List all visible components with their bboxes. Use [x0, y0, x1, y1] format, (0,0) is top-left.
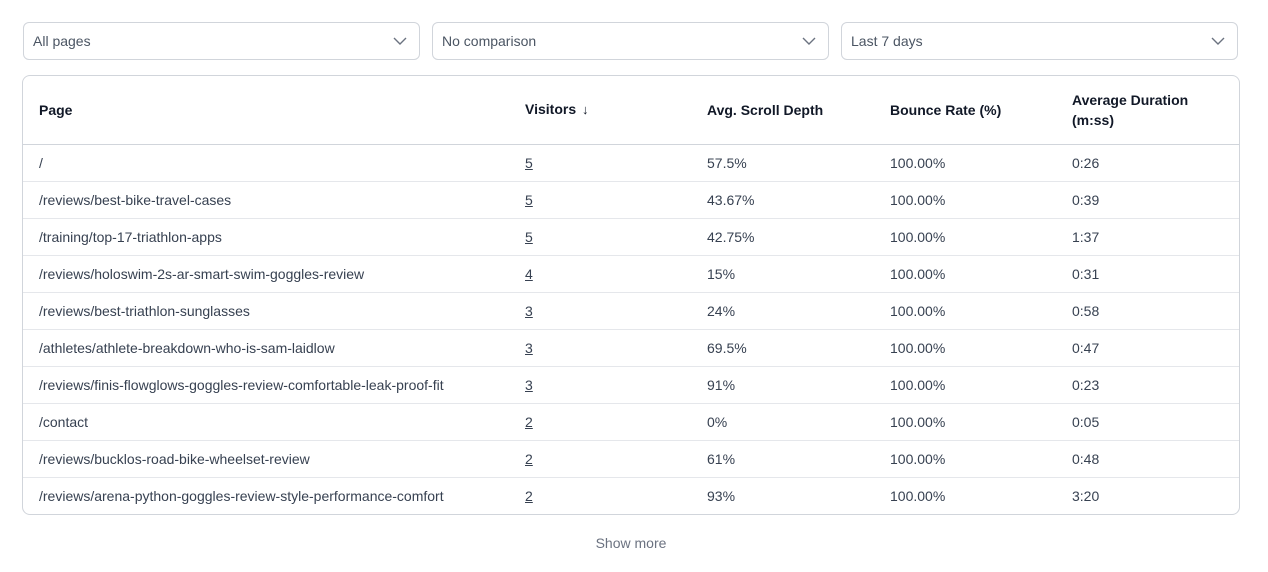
- visitors-cell: 5: [509, 144, 691, 182]
- visitors-cell: 5: [509, 218, 691, 256]
- visitors-link[interactable]: 3: [525, 340, 533, 356]
- scroll-depth-cell: 42.75%: [691, 218, 874, 256]
- date-range-value: Last 7 days: [851, 33, 923, 49]
- comparison-value: No comparison: [442, 33, 537, 49]
- pages-table: Page Visitors ↓ Avg. Scroll Depth Bounce…: [23, 76, 1239, 514]
- bounce-rate-cell: 100.00%: [874, 144, 1056, 182]
- page-cell: /reviews/finis-flowglows-goggles-review-…: [23, 366, 509, 404]
- column-header-page[interactable]: Page: [23, 76, 509, 145]
- duration-cell: 0:05: [1056, 403, 1239, 441]
- page-filter-value: All pages: [33, 33, 91, 49]
- chevron-down-icon: [802, 33, 818, 49]
- pages-table-container: Page Visitors ↓ Avg. Scroll Depth Bounce…: [22, 75, 1240, 515]
- page-cell: /reviews/bucklos-road-bike-wheelset-revi…: [23, 440, 509, 478]
- visitors-link[interactable]: 2: [525, 451, 533, 467]
- scroll-depth-cell: 43.67%: [691, 181, 874, 219]
- duration-cell: 1:37: [1056, 218, 1239, 256]
- visitors-cell: 3: [509, 366, 691, 404]
- duration-cell: 0:58: [1056, 292, 1239, 330]
- scroll-depth-cell: 15%: [691, 255, 874, 293]
- duration-cell: 0:48: [1056, 440, 1239, 478]
- bounce-rate-cell: 100.00%: [874, 403, 1056, 441]
- bounce-rate-cell: 100.00%: [874, 181, 1056, 219]
- page-cell: /reviews/best-triathlon-sunglasses: [23, 292, 509, 330]
- bounce-rate-cell: 100.00%: [874, 292, 1056, 330]
- table-header-row: Page Visitors ↓ Avg. Scroll Depth Bounce…: [23, 76, 1239, 145]
- column-header-avg-duration[interactable]: Average Duration (m:ss): [1056, 76, 1239, 145]
- table-row: / 5 57.5% 100.00% 0:26: [23, 144, 1239, 182]
- visitors-cell: 3: [509, 292, 691, 330]
- bounce-rate-cell: 100.00%: [874, 329, 1056, 367]
- column-header-bounce-rate[interactable]: Bounce Rate (%): [874, 76, 1056, 145]
- table-row: /athletes/athlete-breakdown-who-is-sam-l…: [23, 329, 1239, 367]
- duration-cell: 0:39: [1056, 181, 1239, 219]
- page-cell: /training/top-17-triathlon-apps: [23, 218, 509, 256]
- table-row: /reviews/holoswim-2s-ar-smart-swim-goggl…: [23, 255, 1239, 293]
- table-row: /contact 2 0% 100.00% 0:05: [23, 403, 1239, 441]
- visitors-cell: 2: [509, 440, 691, 478]
- chevron-down-icon: [393, 33, 409, 49]
- visitors-link[interactable]: 2: [525, 488, 533, 504]
- bounce-rate-cell: 100.00%: [874, 218, 1056, 256]
- column-header-visitors[interactable]: Visitors ↓: [509, 76, 691, 145]
- duration-cell: 0:31: [1056, 255, 1239, 293]
- bounce-rate-cell: 100.00%: [874, 366, 1056, 404]
- page-cell: /reviews/arena-python-goggles-review-sty…: [39, 487, 444, 504]
- chevron-down-icon: [1211, 33, 1227, 49]
- duration-cell: 0:47: [1056, 329, 1239, 367]
- scroll-depth-cell: 57.5%: [691, 144, 874, 182]
- table-row: /reviews/arena-python-goggles-review-sty…: [23, 477, 1239, 514]
- table-body: /5 57.5% 100.00% 0:26/reviews/best-bike-tra…: [23, 144, 1239, 514]
- visitors-cell: 4: [509, 255, 691, 293]
- visitors-link[interactable]: 5: [525, 229, 533, 245]
- page-filter-select[interactable]: All pages: [23, 22, 420, 60]
- visitors-cell: 5: [509, 181, 691, 219]
- date-range-select[interactable]: Last 7 days: [841, 22, 1238, 60]
- table-row: /training/top-17-triathlon-apps 5 42.75% 10…: [23, 218, 1239, 256]
- bounce-rate-cell: 100.00%: [874, 255, 1056, 293]
- page-cell: /contact: [23, 403, 509, 441]
- page-cell: /reviews/best-bike-travel-cases: [23, 181, 509, 219]
- table-row: /reviews/finis-flowglows-goggles-review-…: [23, 366, 1239, 404]
- visitors-link[interactable]: 2: [525, 414, 533, 430]
- duration-cell: 0:23: [1056, 366, 1239, 404]
- visitors-link[interactable]: 3: [525, 303, 533, 319]
- table-row: /reviews/bucklos-road-bike-wheelset-revi…: [23, 440, 1239, 478]
- visitors-cell: 3: [509, 329, 691, 367]
- bounce-rate-cell: 100.00%: [874, 440, 1056, 478]
- scroll-depth-cell: 69.5%: [691, 329, 874, 367]
- scroll-depth-cell: 61%: [691, 440, 874, 478]
- sort-down-icon: ↓: [582, 102, 589, 118]
- table-row: /reviews/best-bike-travel-cases 5 43.67% 10…: [23, 181, 1239, 219]
- page-cell: /: [23, 144, 509, 182]
- visitors-cell: 2: [509, 403, 691, 441]
- visitors-link[interactable]: 5: [525, 192, 533, 208]
- scroll-depth-cell: 93%: [707, 487, 736, 504]
- visitors-cell: 2: [509, 477, 691, 514]
- scroll-depth-cell: 0%: [691, 403, 874, 441]
- scroll-depth-cell: 24%: [691, 292, 874, 330]
- visitors-link[interactable]: 3: [525, 377, 533, 393]
- show-more-button[interactable]: Show more: [0, 535, 1262, 551]
- visitors-link[interactable]: 5: [525, 155, 533, 171]
- duration-cell: 3:20: [1072, 487, 1100, 504]
- column-header-scroll-depth[interactable]: Avg. Scroll Depth: [691, 76, 874, 145]
- visitors-link[interactable]: 4: [525, 266, 533, 282]
- duration-cell: 0:26: [1056, 144, 1239, 182]
- bounce-rate-cell: 100.00%: [890, 487, 946, 504]
- page-cell: /reviews/holoswim-2s-ar-smart-swim-goggl…: [23, 255, 509, 293]
- table-row: /reviews/best-triathlon-sunglasses 3 24% 10…: [23, 292, 1239, 330]
- comparison-select[interactable]: No comparison: [432, 22, 829, 60]
- filter-bar: All pages No comparison Last 7 days: [23, 22, 1238, 60]
- scroll-depth-cell: 91%: [691, 366, 874, 404]
- page-cell: /athletes/athlete-breakdown-who-is-sam-l…: [23, 329, 509, 367]
